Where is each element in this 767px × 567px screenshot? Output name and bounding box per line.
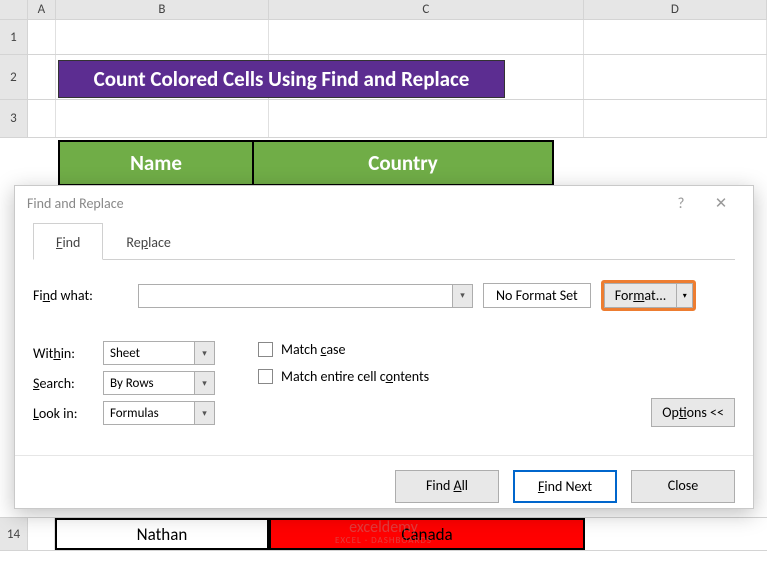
format-button[interactable]: Format...	[604, 283, 678, 308]
checkbox-icon	[258, 342, 273, 357]
tab-replace[interactable]: Replace	[103, 223, 194, 260]
col-header-c[interactable]: C	[269, 0, 584, 19]
find-what-label: Find what:	[33, 287, 128, 304]
search-label: Search:	[33, 375, 103, 392]
match-entire-label: Match entire cell contents	[281, 368, 429, 385]
help-icon[interactable]: ?	[661, 195, 701, 213]
col-header-a[interactable]: A	[28, 0, 56, 19]
within-select[interactable]: Sheet ▾	[103, 341, 215, 365]
lookin-label: Look in:	[33, 405, 103, 422]
match-entire-checkbox[interactable]: Match entire cell contents	[258, 368, 429, 385]
row-header-14[interactable]: 14	[0, 518, 28, 550]
cell-country[interactable]: Canada	[269, 518, 585, 550]
chevron-down-icon[interactable]: ▾	[452, 285, 472, 307]
format-button-highlight: Format... ▾	[601, 280, 697, 311]
select-all-corner[interactable]	[0, 0, 28, 19]
close-button[interactable]: Close	[631, 470, 735, 503]
find-replace-dialog: Find and Replace ? ✕ Find Replace Find w…	[14, 185, 754, 509]
options-button[interactable]: Options <<	[651, 398, 735, 427]
find-all-button[interactable]: Find All	[395, 470, 499, 503]
match-case-checkbox[interactable]: Match case	[258, 341, 429, 358]
format-dropdown-icon[interactable]: ▾	[677, 283, 693, 308]
find-what-input[interactable]: ▾	[138, 284, 473, 308]
col-header-d[interactable]: D	[584, 0, 767, 19]
dialog-titlebar[interactable]: Find and Replace ? ✕	[15, 186, 753, 221]
chevron-down-icon[interactable]: ▾	[194, 342, 214, 364]
chevron-down-icon[interactable]: ▾	[194, 372, 214, 394]
chevron-down-icon[interactable]: ▾	[194, 402, 214, 424]
data-table: Name Country	[58, 140, 554, 186]
checkbox-icon	[258, 369, 273, 384]
row-header-3[interactable]: 3	[0, 100, 28, 137]
row-header-1[interactable]: 1	[0, 20, 28, 54]
page-title-banner: Count Colored Cells Using Find and Repla…	[58, 60, 505, 98]
column-headers: A B C D	[0, 0, 767, 20]
tab-find[interactable]: Find	[33, 223, 103, 260]
dialog-title: Find and Replace	[27, 195, 124, 212]
dialog-footer: Find All Find Next Close	[15, 455, 753, 517]
col-header-b[interactable]: B	[56, 0, 269, 19]
table-header-country: Country	[254, 142, 552, 184]
table-row: 14 Nathan Canada	[0, 517, 767, 551]
cell-name[interactable]: Nathan	[55, 518, 269, 550]
table-header-name: Name	[60, 142, 254, 184]
row-header-2[interactable]: 2	[0, 55, 28, 99]
dialog-tabs: Find Replace	[33, 223, 735, 260]
find-next-button[interactable]: Find Next	[513, 470, 617, 503]
lookin-select[interactable]: Formulas ▾	[103, 401, 215, 425]
search-select[interactable]: By Rows ▾	[103, 371, 215, 395]
format-preview: No Format Set	[483, 283, 591, 308]
match-case-label: Match case	[281, 341, 345, 358]
within-label: Within:	[33, 345, 103, 362]
close-icon[interactable]: ✕	[701, 194, 741, 213]
